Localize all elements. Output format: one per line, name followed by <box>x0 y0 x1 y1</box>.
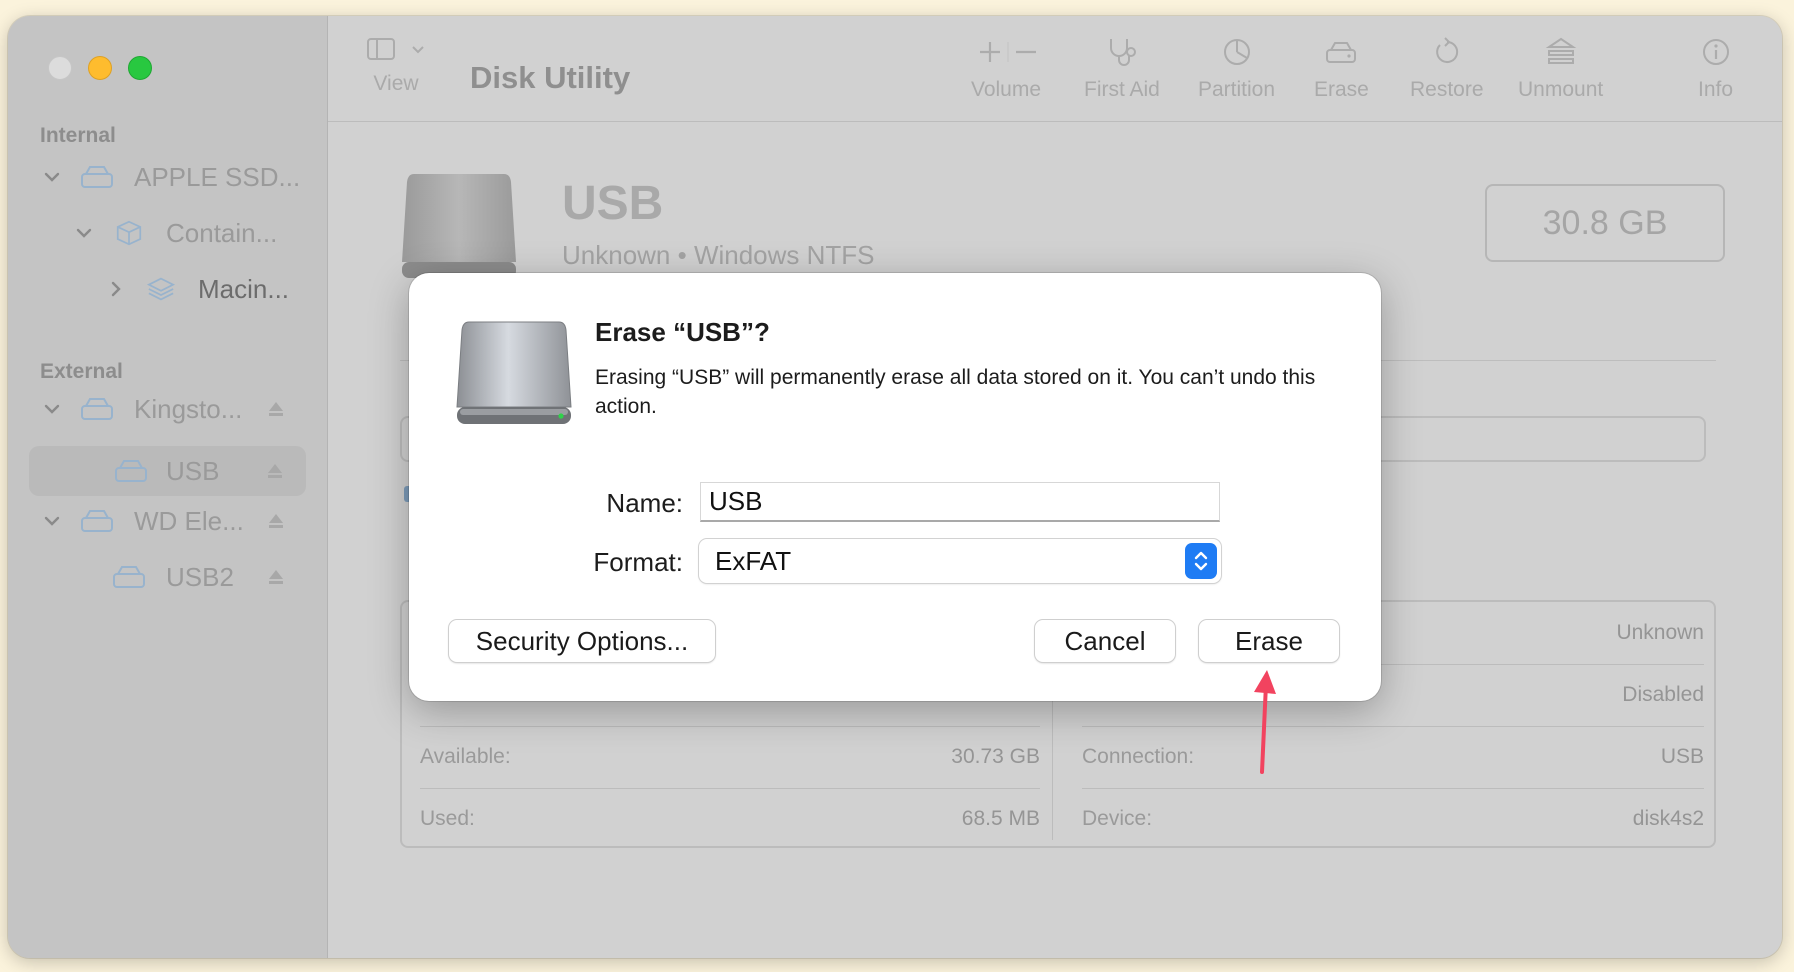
erase-dialog: Erase “USB”? Erasing “USB” will permanen… <box>409 273 1381 701</box>
unmount-button[interactable]: Unmount <box>1518 36 1603 102</box>
capacity-box: 30.8 GB <box>1485 184 1725 262</box>
external-drive-icon <box>456 321 572 424</box>
info-row-connection: Connection: USB <box>1082 726 1704 788</box>
unmount-icon <box>1545 37 1576 64</box>
sidebar-item-usb2[interactable]: USB2 <box>8 552 328 602</box>
view-label: View <box>373 72 419 95</box>
toolbar-label: Volume <box>970 78 1042 101</box>
sidebar: Internal APPLE SSD... Contain... Macin..… <box>8 16 328 958</box>
drive-icon <box>115 460 147 482</box>
volume-stack-icon <box>146 277 176 301</box>
info-value: 68.5 MB <box>961 807 1040 830</box>
sidebar-item-label: WD Ele... <box>134 505 244 536</box>
stethoscope-icon <box>1109 39 1136 66</box>
toolbar-label: First Aid <box>1084 78 1160 101</box>
drive-icon <box>81 398 113 420</box>
toolbar: View Disk Utility Volume First Aid Parti… <box>328 16 1782 122</box>
info-label: Used: <box>420 807 475 830</box>
annotation-arrow-icon <box>1254 670 1276 774</box>
info-value: Disabled <box>1622 683 1704 706</box>
sidebar-item-label: Macin... <box>198 273 290 304</box>
sidebar-item-label: USB <box>166 455 220 486</box>
drive-icon <box>113 566 145 588</box>
name-field[interactable]: USB <box>700 482 1220 522</box>
chevron-down-icon[interactable] <box>42 167 62 187</box>
close-window-button[interactable] <box>48 56 72 80</box>
sidebar-section-internal: Internal <box>40 124 116 147</box>
info-row-device: Device: disk4s2 <box>1082 788 1704 850</box>
chevron-down-icon[interactable] <box>42 511 62 531</box>
eject-icon[interactable] <box>266 567 286 587</box>
sidebar-item-container[interactable]: Contain... <box>8 208 328 258</box>
info-icon <box>1702 39 1729 65</box>
sidebar-item-apple-ssd[interactable]: APPLE SSD... <box>8 152 328 202</box>
drive-icon <box>81 166 113 188</box>
info-value: USB <box>1660 745 1704 768</box>
info-row-available: Available: 30.73 GB <box>420 726 1040 788</box>
toolbar-label: Unmount <box>1518 78 1604 101</box>
info-value: 30.73 GB <box>951 745 1040 768</box>
format-select[interactable]: ExFAT <box>699 539 1221 583</box>
cancel-button[interactable]: Cancel <box>1035 620 1175 662</box>
eject-icon[interactable] <box>266 399 286 419</box>
container-icon <box>116 220 142 246</box>
sidebar-toggle-icon <box>367 38 395 60</box>
toolbar-label: Erase <box>1314 78 1369 101</box>
info-button[interactable]: Info <box>1698 36 1733 102</box>
restore-button[interactable]: Restore <box>1410 36 1484 102</box>
info-value: disk4s2 <box>1632 807 1704 830</box>
disk-subtitle: Unknown • Windows NTFS <box>562 240 875 270</box>
info-value: Unknown <box>1616 621 1704 644</box>
eject-icon[interactable] <box>265 461 285 481</box>
sidebar-item-wd-elements[interactable]: WD Ele... <box>8 496 328 546</box>
partition-button[interactable]: Partition <box>1198 36 1275 102</box>
toolbar-label: Partition <box>1198 78 1276 101</box>
toolbar-label: Restore <box>1410 78 1484 101</box>
sidebar-item-macintosh[interactable]: Macin... <box>8 264 328 314</box>
format-label: Format: <box>593 547 683 577</box>
erase-button-toolbar[interactable]: Erase <box>1314 36 1369 102</box>
security-options-button[interactable]: Security Options... <box>449 620 715 662</box>
volume-button[interactable]: Volume <box>970 36 1042 102</box>
erase-button[interactable]: Erase <box>1199 620 1339 662</box>
restore-icon <box>1435 37 1458 63</box>
pie-chart-icon <box>1223 39 1250 65</box>
chevron-down-icon <box>412 46 424 54</box>
sidebar-item-usb[interactable]: USB <box>29 446 306 496</box>
info-label: Device: <box>1082 807 1153 830</box>
first-aid-button[interactable]: First Aid <box>1084 36 1160 102</box>
name-label: Name: <box>606 488 683 518</box>
up-down-chevron-icon <box>1194 551 1208 571</box>
zoom-window-button[interactable] <box>128 56 152 80</box>
sidebar-item-label: Kingsto... <box>134 393 243 424</box>
chevron-down-icon[interactable] <box>74 223 94 243</box>
chevron-down-icon[interactable] <box>42 399 62 419</box>
select-stepper[interactable] <box>1185 543 1217 579</box>
sidebar-item-kingston[interactable]: Kingsto... <box>8 384 328 434</box>
eject-icon[interactable] <box>266 511 286 531</box>
app-title: Disk Utility <box>470 60 631 95</box>
toolbar-label: Info <box>1698 78 1734 101</box>
view-menu-button[interactable]: View <box>366 36 426 96</box>
dialog-message: Erasing “USB” will permanently erase all… <box>595 366 1316 418</box>
format-value: ExFAT <box>715 545 792 576</box>
chevron-right-icon[interactable] <box>106 279 126 299</box>
sidebar-item-label: Contain... <box>166 217 278 248</box>
info-row-used: Used: 68.5 MB <box>420 788 1040 850</box>
sidebar-item-label: APPLE SSD... <box>134 161 301 192</box>
external-drive-icon <box>402 174 516 278</box>
erase-disk-icon <box>1326 42 1357 63</box>
minimize-window-button[interactable] <box>88 56 112 80</box>
info-label: Available: <box>420 745 511 768</box>
plus-minus-icon <box>980 42 1036 62</box>
drive-icon <box>81 510 113 532</box>
sidebar-section-external: External <box>40 360 123 383</box>
info-label: Connection: <box>1082 745 1195 768</box>
disk-name: USB <box>562 177 664 230</box>
dialog-title: Erase “USB”? <box>595 317 770 347</box>
sidebar-item-label: USB2 <box>166 561 234 592</box>
